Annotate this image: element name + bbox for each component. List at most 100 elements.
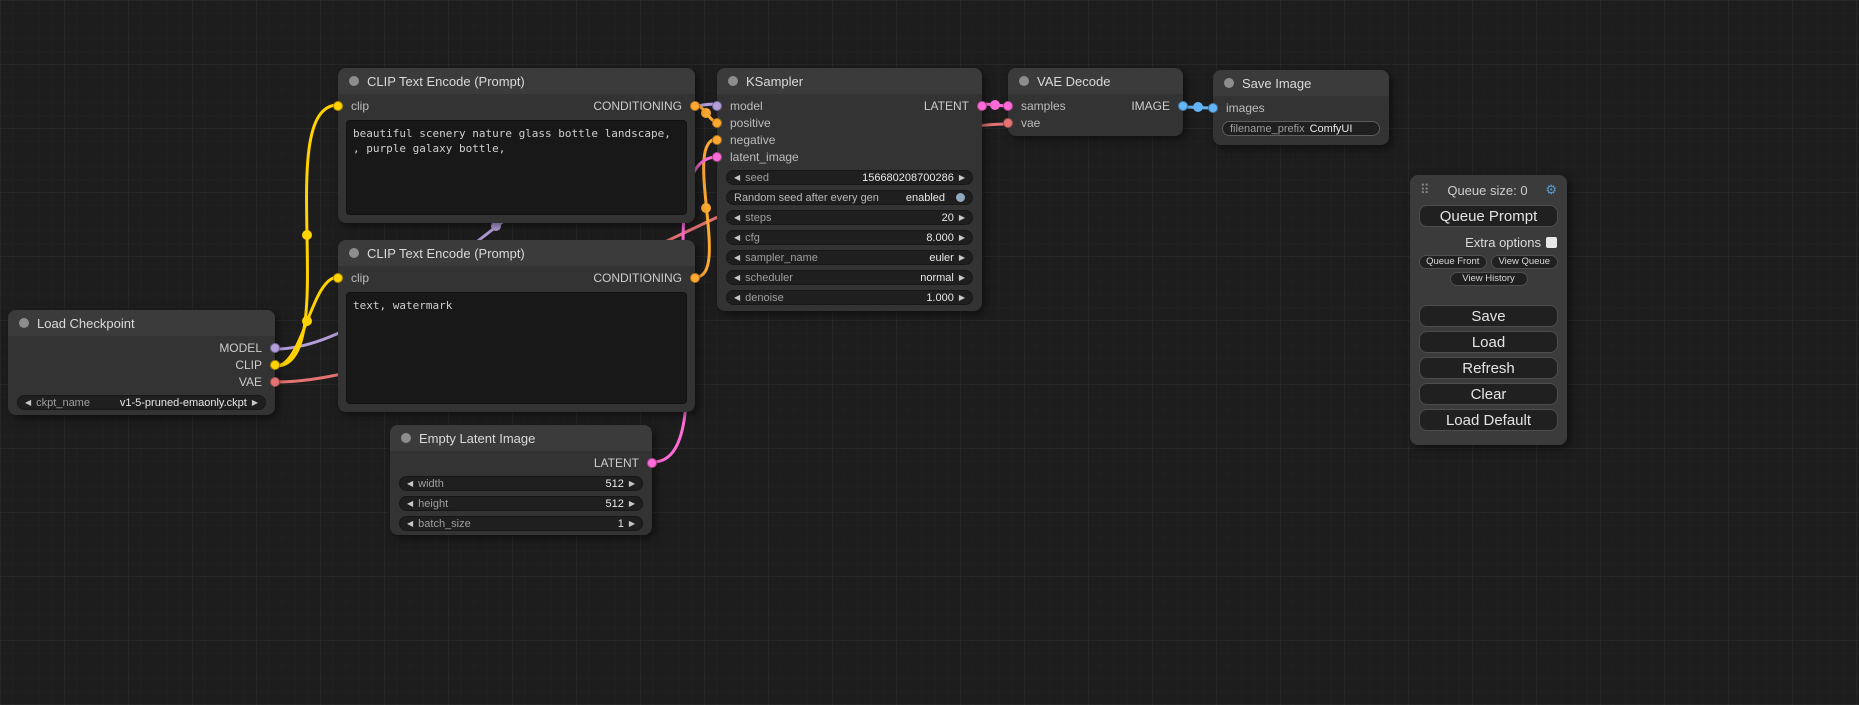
- increment-arrow-icon[interactable]: ▶: [959, 214, 965, 222]
- load-button[interactable]: Load: [1419, 331, 1558, 353]
- collapse-dot-icon[interactable]: [728, 76, 738, 86]
- node-title-bar[interactable]: Save Image: [1213, 70, 1389, 96]
- node-title-bar[interactable]: CLIP Text Encode (Prompt): [338, 68, 695, 94]
- node-title-bar[interactable]: Empty Latent Image: [390, 425, 652, 451]
- widget-scheduler[interactable]: ◀ scheduler normal ▶: [726, 270, 973, 285]
- input-slot-images-dot[interactable]: [1208, 103, 1218, 113]
- collapse-dot-icon[interactable]: [349, 76, 359, 86]
- increment-arrow-icon[interactable]: ▶: [959, 234, 965, 242]
- output-label: CLIP: [235, 358, 262, 372]
- node-load-checkpoint[interactable]: Load Checkpoint MODEL CLIP VAE ◀ ckpt_na…: [8, 310, 275, 415]
- decrement-arrow-icon[interactable]: ◀: [734, 174, 740, 182]
- settings-gear-icon[interactable]: ⚙: [1545, 182, 1557, 198]
- node-title-bar[interactable]: VAE Decode: [1008, 68, 1183, 94]
- next-value-arrow-icon[interactable]: ▶: [959, 274, 965, 282]
- node-title-text: Save Image: [1242, 76, 1311, 91]
- output-slot-model-dot[interactable]: [270, 343, 280, 353]
- node-title-bar[interactable]: CLIP Text Encode (Prompt): [338, 240, 695, 266]
- input-slot-clip-dot[interactable]: [333, 273, 343, 283]
- node-vae-decode[interactable]: VAE Decode samples IMAGE vae: [1008, 68, 1183, 136]
- node-clip-text-encode-positive[interactable]: CLIP Text Encode (Prompt) clip CONDITION…: [338, 68, 695, 223]
- refresh-button[interactable]: Refresh: [1419, 357, 1558, 379]
- slot-row-positive: positive: [717, 114, 982, 131]
- drag-handle-icon[interactable]: ⠿: [1420, 182, 1430, 198]
- input-slot-samples-dot[interactable]: [1003, 101, 1013, 111]
- save-button[interactable]: Save: [1419, 305, 1558, 327]
- prev-value-arrow-icon[interactable]: ◀: [734, 254, 740, 262]
- node-title-bar[interactable]: Load Checkpoint: [8, 310, 275, 336]
- output-slot-conditioning-dot[interactable]: [690, 273, 700, 283]
- output-slot-conditioning-dot[interactable]: [690, 101, 700, 111]
- queue-prompt-button[interactable]: Queue Prompt: [1419, 205, 1558, 227]
- widget-label: cfg: [745, 232, 760, 244]
- decrement-arrow-icon[interactable]: ◀: [407, 500, 413, 508]
- input-slot-model-dot[interactable]: [712, 101, 722, 111]
- output-label: CONDITIONING: [593, 271, 682, 285]
- toggle-knob-icon[interactable]: [956, 193, 965, 202]
- view-queue-button[interactable]: View Queue: [1491, 255, 1559, 269]
- node-ksampler[interactable]: KSampler model LATENT positive negative …: [717, 68, 982, 311]
- node-empty-latent-image[interactable]: Empty Latent Image LATENT ◀ width 512 ▶ …: [390, 425, 652, 535]
- output-slot-latent-dot[interactable]: [647, 458, 657, 468]
- decrement-arrow-icon[interactable]: ◀: [407, 480, 413, 488]
- node-title-text: KSampler: [746, 74, 803, 89]
- increment-arrow-icon[interactable]: ▶: [629, 500, 635, 508]
- collapse-dot-icon[interactable]: [349, 248, 359, 258]
- widget-filename-prefix[interactable]: filename_prefix ComfyUI: [1222, 121, 1380, 136]
- next-value-arrow-icon[interactable]: ▶: [959, 254, 965, 262]
- widget-batch-size[interactable]: ◀ batch_size 1 ▶: [399, 516, 643, 531]
- output-slot-image-dot[interactable]: [1178, 101, 1188, 111]
- increment-arrow-icon[interactable]: ▶: [629, 520, 635, 528]
- link-clip-midpoint-dot: [302, 230, 312, 240]
- node-graph-canvas[interactable]: Load Checkpoint MODEL CLIP VAE ◀ ckpt_na…: [0, 0, 1859, 705]
- input-slot-positive-dot[interactable]: [712, 118, 722, 128]
- output-slot-latent-dot[interactable]: [977, 101, 987, 111]
- widget-cfg[interactable]: ◀ cfg 8.000 ▶: [726, 230, 973, 245]
- output-slot-vae-dot[interactable]: [270, 377, 280, 387]
- view-history-button[interactable]: View History: [1450, 272, 1528, 286]
- input-slot-latent-image-dot[interactable]: [712, 152, 722, 162]
- widget-height[interactable]: ◀ height 512 ▶: [399, 496, 643, 511]
- increment-arrow-icon[interactable]: ▶: [629, 480, 635, 488]
- queue-front-button[interactable]: Queue Front: [1419, 255, 1487, 269]
- collapse-dot-icon[interactable]: [1019, 76, 1029, 86]
- widget-steps[interactable]: ◀ steps 20 ▶: [726, 210, 973, 225]
- widget-denoise[interactable]: ◀ denoise 1.000 ▶: [726, 290, 973, 305]
- node-save-image[interactable]: Save Image images filename_prefix ComfyU…: [1213, 70, 1389, 145]
- output-slot-clip-dot[interactable]: [270, 360, 280, 370]
- collapse-dot-icon[interactable]: [19, 318, 29, 328]
- widget-label: denoise: [745, 292, 784, 304]
- prev-value-arrow-icon[interactable]: ◀: [734, 274, 740, 282]
- increment-arrow-icon[interactable]: ▶: [959, 294, 965, 302]
- decrement-arrow-icon[interactable]: ◀: [407, 520, 413, 528]
- output-label: LATENT: [594, 456, 639, 470]
- widget-seed[interactable]: ◀ seed 156680208700286 ▶: [726, 170, 973, 185]
- widget-sampler-name[interactable]: ◀ sampler_name euler ▶: [726, 250, 973, 265]
- load-default-button[interactable]: Load Default: [1419, 409, 1558, 431]
- input-slot-negative-dot[interactable]: [712, 135, 722, 145]
- decrement-arrow-icon[interactable]: ◀: [734, 294, 740, 302]
- collapse-dot-icon[interactable]: [401, 433, 411, 443]
- node-title-text: CLIP Text Encode (Prompt): [367, 246, 525, 261]
- next-value-arrow-icon[interactable]: ▶: [252, 399, 258, 407]
- widget-ckpt-name[interactable]: ◀ ckpt_name v1-5-pruned-emaonly.ckpt ▶: [17, 395, 266, 410]
- clear-button[interactable]: Clear: [1419, 383, 1558, 405]
- collapse-dot-icon[interactable]: [1224, 78, 1234, 88]
- node-title-text: Empty Latent Image: [419, 431, 535, 446]
- widget-random-seed-toggle[interactable]: Random seed after every gen enabled: [726, 190, 973, 205]
- prompt-textarea[interactable]: text, watermark: [346, 292, 687, 404]
- decrement-arrow-icon[interactable]: ◀: [734, 234, 740, 242]
- queue-menu-panel: ⠿ Queue size: 0 ⚙ Queue Prompt Extra opt…: [1410, 175, 1567, 445]
- slot-row: clip CONDITIONING: [338, 269, 695, 286]
- prev-value-arrow-icon[interactable]: ◀: [25, 399, 31, 407]
- increment-arrow-icon[interactable]: ▶: [959, 174, 965, 182]
- input-slot-clip-dot[interactable]: [333, 101, 343, 111]
- widget-width[interactable]: ◀ width 512 ▶: [399, 476, 643, 491]
- node-title-bar[interactable]: KSampler: [717, 68, 982, 94]
- node-clip-text-encode-negative[interactable]: CLIP Text Encode (Prompt) clip CONDITION…: [338, 240, 695, 412]
- prompt-textarea[interactable]: beautiful scenery nature glass bottle la…: [346, 120, 687, 215]
- decrement-arrow-icon[interactable]: ◀: [734, 214, 740, 222]
- extra-options-checkbox[interactable]: [1546, 237, 1557, 248]
- input-slot-vae-dot[interactable]: [1003, 118, 1013, 128]
- widget-value: 1: [618, 518, 624, 530]
